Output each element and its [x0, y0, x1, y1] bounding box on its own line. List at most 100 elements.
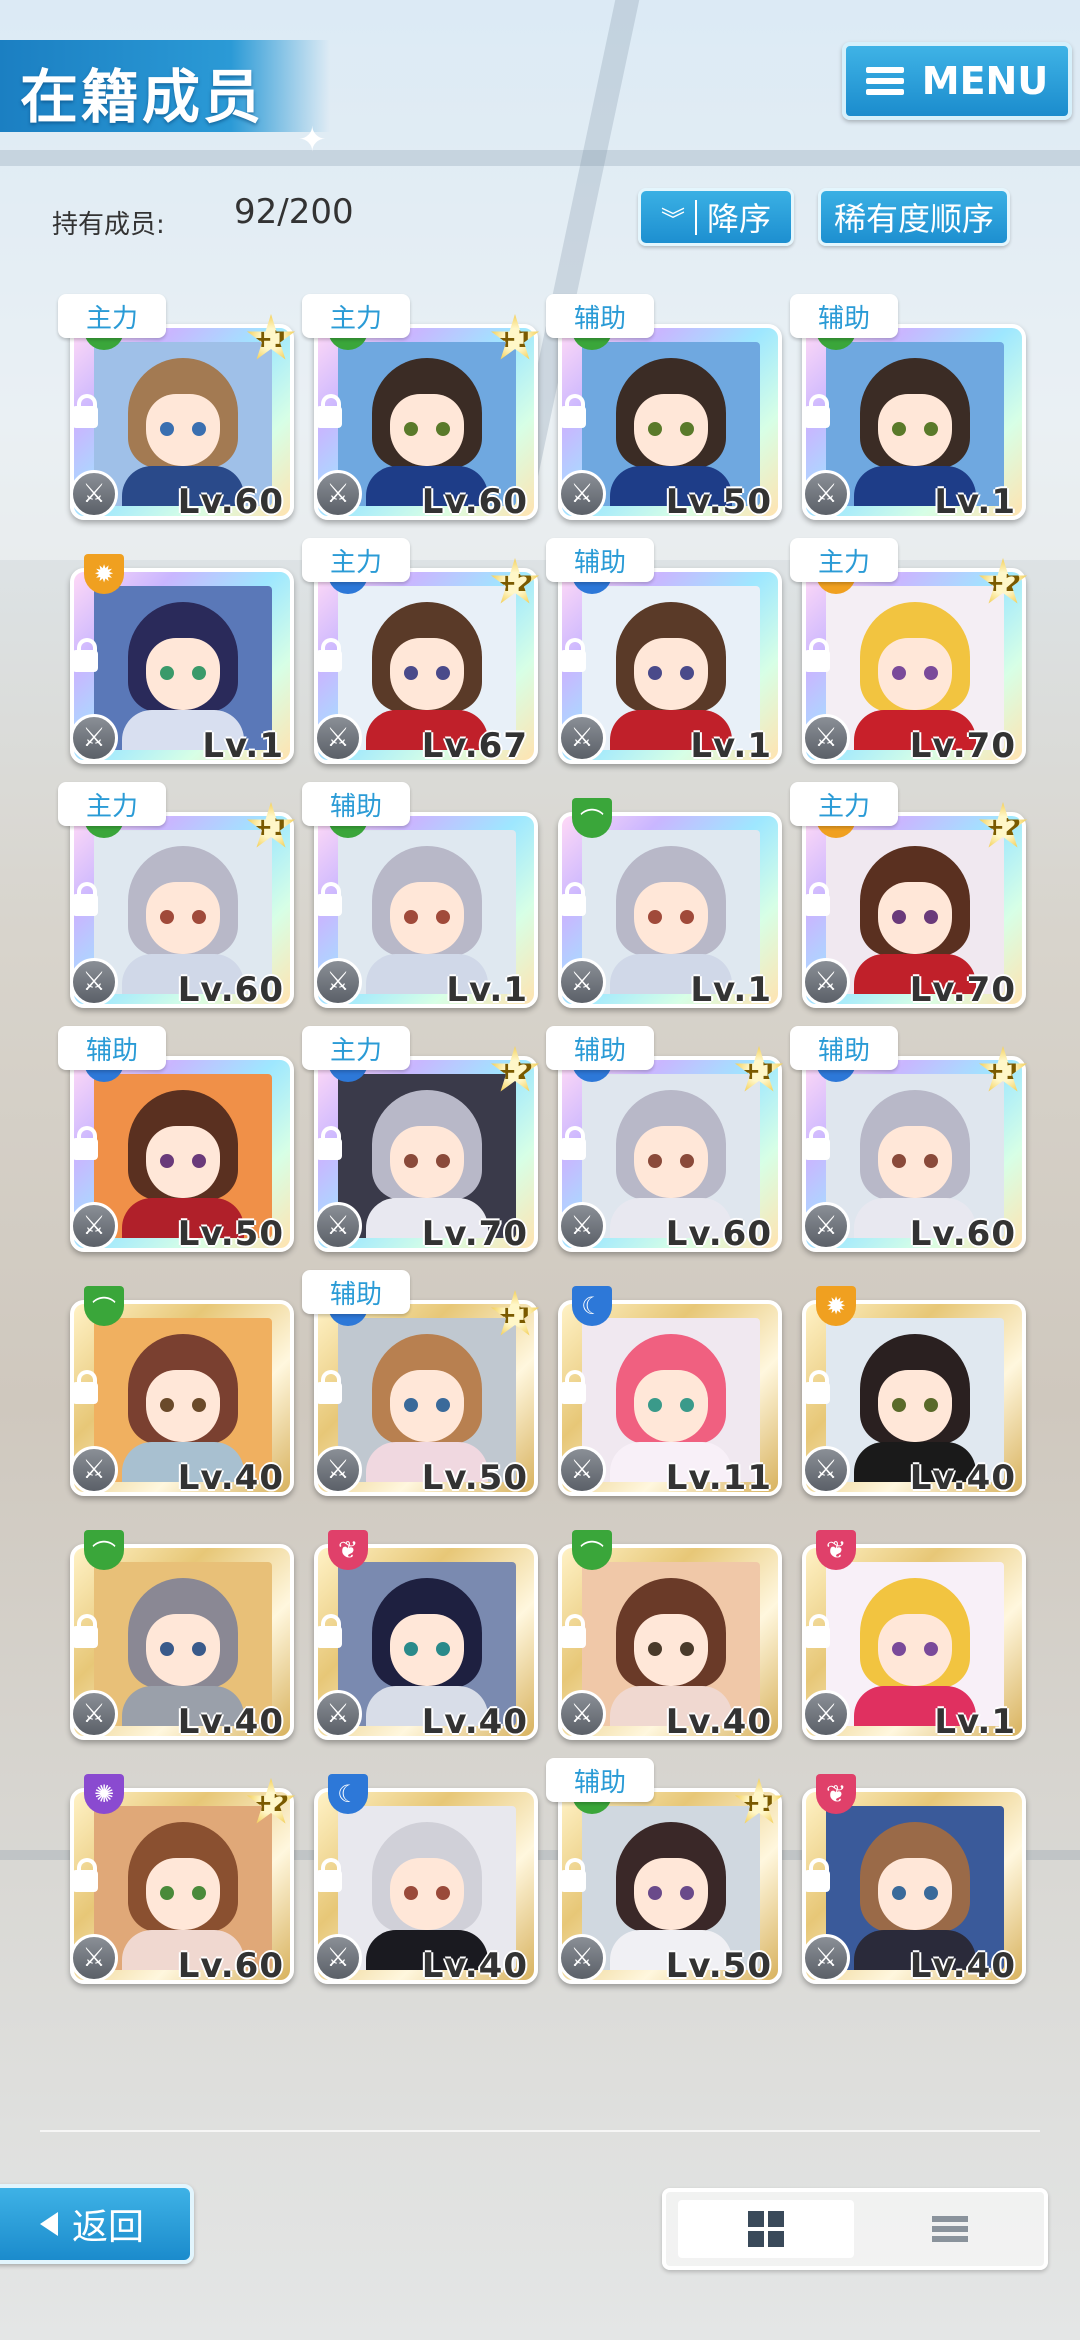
lock-icon — [72, 1126, 98, 1160]
portrait-eye — [404, 1154, 418, 1168]
weapon-icon: ⚔ — [802, 958, 850, 1006]
portrait-eye — [160, 1398, 174, 1412]
portrait-face — [390, 638, 464, 710]
lock-icon — [72, 638, 98, 672]
member-card[interactable]: ⌒辅助⚔Lv.1 — [790, 294, 1030, 522]
role-tag: 主力 — [58, 294, 166, 338]
member-card[interactable]: ☾ ⚔ Lv.40 — [310, 1770, 542, 1986]
portrait-face — [146, 1126, 220, 1198]
portrait-face — [634, 1370, 708, 1442]
lock-icon — [804, 1126, 830, 1160]
portrait-eye — [192, 1642, 206, 1656]
portrait-eye — [680, 1642, 694, 1656]
level-label: Lv.40 — [909, 1458, 1016, 1498]
portrait-face — [878, 638, 952, 710]
portrait-face — [390, 882, 464, 954]
member-card[interactable]: ☾辅助+1⚔Lv.60 — [546, 1026, 786, 1254]
member-card[interactable]: ✹主力+2⚔Lv.70 — [790, 782, 1030, 1010]
portrait-eye — [924, 1154, 938, 1168]
lock-icon — [804, 882, 830, 916]
weapon-icon: ⚔ — [558, 1690, 606, 1738]
portrait-eye — [648, 1886, 662, 1900]
member-card[interactable]: ✹主力+2⚔Lv.70 — [790, 538, 1030, 766]
role-tag: 辅助 — [546, 538, 654, 582]
member-card[interactable]: ⌒ ⚔ Lv.1 — [554, 794, 786, 1010]
portrait-face — [634, 1614, 708, 1686]
lock-icon — [316, 1126, 342, 1160]
portrait-face — [390, 394, 464, 466]
portrait-eye — [648, 1398, 662, 1412]
member-card[interactable]: ❦ ⚔ Lv.40 — [310, 1526, 542, 1742]
portrait-face — [878, 1614, 952, 1686]
level-label: Lv.70 — [909, 970, 1016, 1010]
member-card[interactable]: ☾辅助⚔Lv.50 — [58, 1026, 298, 1254]
portrait-eye — [160, 1886, 174, 1900]
level-label: Lv.60 — [909, 1214, 1016, 1254]
portrait-eye — [192, 910, 206, 924]
weapon-icon: ⚔ — [802, 470, 850, 518]
grid-icon — [748, 2211, 784, 2247]
back-label: 返回 — [71, 2207, 144, 2248]
member-card[interactable]: ✹ ⚔ Lv.1 — [66, 550, 298, 766]
lock-icon — [804, 394, 830, 428]
member-card[interactable]: ⌒ ⚔ Lv.40 — [66, 1526, 298, 1742]
portrait-eye — [436, 666, 450, 680]
purple-type-icon: ✺ — [84, 1774, 124, 1814]
weapon-icon: ⚔ — [314, 958, 362, 1006]
weapon-icon: ⚔ — [314, 1690, 362, 1738]
lock-icon — [560, 394, 586, 428]
portrait-eye — [404, 910, 418, 924]
member-card[interactable]: ☾主力+2⚔Lv.67 — [302, 538, 542, 766]
portrait-eye — [404, 422, 418, 436]
portrait-eye — [160, 1154, 174, 1168]
portrait-face — [146, 638, 220, 710]
lock-icon — [72, 394, 98, 428]
portrait-face — [146, 882, 220, 954]
member-card[interactable]: ⌒辅助+1⚔Lv.50 — [546, 1758, 786, 1986]
role-tag: 辅助 — [546, 294, 654, 338]
back-button[interactable]: 返回 — [0, 2184, 194, 2264]
member-card[interactable]: ☾辅助⚔Lv.1 — [546, 538, 786, 766]
member-card[interactable]: ⌒主力+1⚔Lv.60 — [58, 782, 298, 1010]
lock-icon — [316, 1370, 342, 1404]
portrait-face — [146, 1370, 220, 1442]
weapon-icon: ⚔ — [314, 470, 362, 518]
member-card[interactable]: ⌒主力+1⚔Lv.60 — [302, 294, 542, 522]
role-tag: 主力 — [58, 782, 166, 826]
role-tag: 辅助 — [790, 294, 898, 338]
member-card[interactable]: ☾辅助+1⚔Lv.50 — [302, 1270, 542, 1498]
portrait-eye — [160, 1642, 174, 1656]
lock-icon — [804, 1858, 830, 1892]
portrait-eye — [924, 422, 938, 436]
level-label: Lv.40 — [177, 1702, 284, 1742]
member-card[interactable]: ☾ ⚔ Lv.11 — [554, 1282, 786, 1498]
portrait-face — [878, 1858, 952, 1930]
member-card[interactable]: ⌒辅助⚔Lv.1 — [302, 782, 542, 1010]
view-toggle — [662, 2188, 1048, 2270]
member-card[interactable]: ❦ ⚔ Lv.1 — [798, 1526, 1030, 1742]
portrait-eye — [648, 910, 662, 924]
member-card[interactable]: ⌒ ⚔ Lv.40 — [554, 1526, 786, 1742]
member-card[interactable]: ✺ +2 ⚔ Lv.60 — [66, 1770, 298, 1986]
back-arrow-icon — [39, 2212, 58, 2236]
portrait-eye — [404, 1886, 418, 1900]
portrait-eye — [892, 666, 906, 680]
member-card[interactable]: ⌒主力+1⚔Lv.60 — [58, 294, 298, 522]
weapon-icon: ⚔ — [802, 1202, 850, 1250]
portrait-eye — [404, 666, 418, 680]
member-card[interactable]: ⌒ ⚔ Lv.40 — [66, 1282, 298, 1498]
green-type-icon: ⌒ — [572, 798, 612, 838]
list-view-button[interactable] — [862, 2200, 1038, 2258]
member-card[interactable]: ✹ ⚔ Lv.40 — [798, 1282, 1030, 1498]
lock-icon — [804, 1370, 830, 1404]
member-card[interactable]: ⌒辅助⚔Lv.50 — [546, 294, 786, 522]
portrait-eye — [924, 910, 938, 924]
pink-type-icon: ❦ — [816, 1774, 856, 1814]
member-card[interactable]: ❦ ⚔ Lv.40 — [798, 1770, 1030, 1986]
grid-view-button[interactable] — [678, 2200, 854, 2258]
level-label: Lv.70 — [909, 726, 1016, 766]
member-card[interactable]: ☾主力+2⚔Lv.70 — [302, 1026, 542, 1254]
member-card[interactable]: ☾辅助+1⚔Lv.60 — [790, 1026, 1030, 1254]
portrait-eye — [924, 1642, 938, 1656]
portrait-eye — [680, 1886, 694, 1900]
